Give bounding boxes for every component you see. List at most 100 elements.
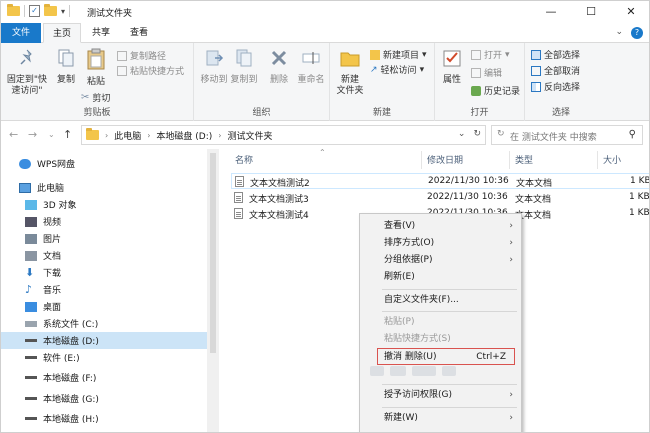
- edit-button[interactable]: 编辑: [471, 66, 502, 79]
- tab-share[interactable]: 共享: [83, 23, 119, 43]
- nav-item-drive-d[interactable]: 本地磁盘 (D:): [1, 332, 207, 349]
- folder-icon: [7, 4, 20, 16]
- breadcrumb-this-pc[interactable]: 此电脑: [114, 129, 141, 142]
- paste-button[interactable]: 粘贴: [81, 47, 111, 88]
- refresh-icon[interactable]: ↻: [473, 129, 481, 139]
- nav-item-downloads[interactable]: ⬇ 下载: [1, 264, 207, 281]
- scrollbar-thumb[interactable]: [210, 153, 216, 353]
- table-row[interactable]: 文本文档测试3 2022/11/30 10:36 文本文档 1 KB: [231, 190, 649, 206]
- file-type: 文本文档: [516, 179, 553, 189]
- up-arrow-icon[interactable]: ↑: [63, 128, 72, 141]
- nav-item-3d-objects[interactable]: 3D 对象: [1, 196, 207, 213]
- rename-label: 重命名: [297, 75, 325, 85]
- explorer-window: ✓ ▾ 测试文件夹 — ☐ ✕ 文件 主页 共享 查看 ⌄ ? 固定到"快 速访…: [0, 0, 650, 433]
- customize-quick-access-icon[interactable]: ▾: [61, 7, 65, 16]
- menu-item-new[interactable]: 新建(W) ›: [360, 410, 521, 427]
- minimize-button[interactable]: —: [531, 1, 571, 23]
- menu-label: 刷新(E): [384, 272, 415, 282]
- breadcrumb-test-folder[interactable]: 测试文件夹: [227, 129, 272, 142]
- nav-item-desktop[interactable]: 桌面: [1, 298, 207, 315]
- new-item-button[interactable]: 新建项目 ▾: [370, 48, 427, 61]
- tab-file[interactable]: 文件: [1, 23, 41, 43]
- nav-scrollbar[interactable]: [207, 149, 219, 432]
- new-folder-quick-icon[interactable]: [44, 4, 57, 16]
- copy-to-button[interactable]: 复制到: [230, 47, 258, 86]
- copy-path-button[interactable]: 复制路径: [117, 49, 166, 62]
- tab-view[interactable]: 查看: [121, 23, 157, 43]
- menu-item-sort-by[interactable]: 排序方式(O) ›: [360, 235, 521, 252]
- column-divider[interactable]: [421, 151, 422, 169]
- easy-access-button[interactable]: ↗ 轻松访问 ▾: [370, 63, 424, 77]
- edit-icon: [471, 67, 481, 78]
- search-icon[interactable]: ⚲: [629, 129, 636, 140]
- search-input[interactable]: ↻ 在 测试文件夹 中搜索 ⚲: [491, 125, 643, 145]
- submenu-arrow-icon: ›: [509, 255, 513, 265]
- nav-item-wps-cloud[interactable]: WPS网盘: [1, 155, 207, 172]
- copy-button[interactable]: 复制: [53, 47, 79, 86]
- expand-ribbon-icon[interactable]: ⌄: [615, 27, 623, 39]
- nav-item-drive-f[interactable]: 本地磁盘 (F:): [1, 369, 207, 386]
- address-dropdown-icon[interactable]: ⌄: [458, 129, 466, 139]
- menu-label: 粘贴(P): [384, 317, 415, 327]
- nav-item-drive-g[interactable]: 本地磁盘 (G:): [1, 390, 207, 407]
- menu-item-view[interactable]: 查看(V) ›: [360, 218, 521, 235]
- paste-shortcut-button[interactable]: 粘贴快捷方式: [117, 64, 184, 77]
- menu-item-group-by[interactable]: 分组依据(P) ›: [360, 252, 521, 269]
- blurred-menu-item: [370, 366, 470, 378]
- new-folder-button[interactable]: 新建 文件夹: [334, 47, 366, 97]
- properties-button[interactable]: 属性: [439, 47, 465, 86]
- menu-item-refresh[interactable]: 刷新(E): [360, 269, 521, 286]
- nav-item-drive-e[interactable]: 软件 (E:): [1, 349, 207, 366]
- nav-label: 本地磁盘 (D:): [43, 337, 99, 347]
- open-button[interactable]: 打开 ▾: [471, 48, 510, 61]
- forward-arrow-icon[interactable]: →: [28, 128, 37, 141]
- column-header-type[interactable]: 类型: [515, 153, 533, 166]
- menu-item-grant-access[interactable]: 授予访问权限(G) ›: [360, 387, 521, 404]
- back-arrow-icon[interactable]: ←: [9, 128, 18, 141]
- file-date: 2022/11/30 10:36: [428, 176, 509, 186]
- column-header-date[interactable]: 修改日期: [427, 153, 463, 166]
- file-name: 文本文档测试4: [249, 211, 309, 221]
- drive-icon: [25, 356, 37, 359]
- copy-icon: [58, 49, 74, 67]
- rename-button[interactable]: 重命名: [296, 47, 326, 86]
- column-header-size[interactable]: 大小: [603, 153, 621, 166]
- nav-item-this-pc[interactable]: 此电脑: [1, 179, 207, 196]
- menu-item-paste-shortcut[interactable]: 粘贴快捷方式(S): [360, 331, 521, 348]
- column-divider[interactable]: [597, 151, 598, 169]
- recent-locations-chevron-icon[interactable]: ⌄: [48, 130, 55, 139]
- organize-group: 移动到 复制到 删除 重命名 组织: [194, 43, 330, 121]
- select-all-button[interactable]: 全部选择: [531, 48, 580, 61]
- address-bar[interactable]: › 此电脑 › 本地磁盘 (D:) › 测试文件夹 ⌄ ↻: [81, 125, 486, 145]
- cut-button[interactable]: ✂ 剪切: [81, 91, 110, 104]
- delete-button[interactable]: 删除: [266, 47, 292, 86]
- menu-item-paste[interactable]: 粘贴(P): [360, 314, 521, 331]
- help-icon[interactable]: ?: [631, 27, 643, 39]
- column-header-name[interactable]: 名称: [235, 153, 253, 166]
- breadcrumb-drive-d[interactable]: 本地磁盘 (D:): [156, 129, 212, 142]
- move-to-button[interactable]: 移动到: [200, 47, 228, 86]
- nav-item-videos[interactable]: 视频: [1, 213, 207, 230]
- invert-selection-button[interactable]: 反向选择: [531, 80, 580, 93]
- nav-item-drive-h[interactable]: 本地磁盘 (H:): [1, 410, 207, 427]
- properties-quick-icon[interactable]: ✓: [29, 5, 40, 17]
- nav-item-pictures[interactable]: 图片: [1, 230, 207, 247]
- tab-home[interactable]: 主页: [43, 23, 81, 43]
- video-icon: [25, 216, 37, 227]
- menu-divider: [382, 289, 517, 290]
- drive-icon: [25, 397, 37, 400]
- close-button[interactable]: ✕: [611, 1, 649, 23]
- maximize-button[interactable]: ☐: [571, 1, 611, 23]
- history-button[interactable]: 历史记录: [471, 84, 520, 97]
- menu-divider: [382, 384, 517, 385]
- menu-item-undo-delete[interactable]: 撤消 删除(U) Ctrl+Z: [377, 348, 515, 365]
- select-none-button[interactable]: 全部取消: [531, 64, 580, 77]
- menu-item-customize-folder[interactable]: 自定义文件夹(F)...: [360, 292, 521, 309]
- nav-item-music[interactable]: ♪ 音乐: [1, 281, 207, 298]
- nav-item-documents[interactable]: 文档: [1, 247, 207, 264]
- pin-quick-access-button[interactable]: 固定到"快 速访问": [5, 47, 49, 97]
- table-row[interactable]: 文本文档测试2 2022/11/30 10:36 文本文档 1 KB: [231, 173, 649, 189]
- easy-access-label: 轻松访问: [380, 66, 417, 76]
- column-divider[interactable]: [509, 151, 510, 169]
- nav-item-drive-c[interactable]: 系统文件 (C:): [1, 315, 207, 332]
